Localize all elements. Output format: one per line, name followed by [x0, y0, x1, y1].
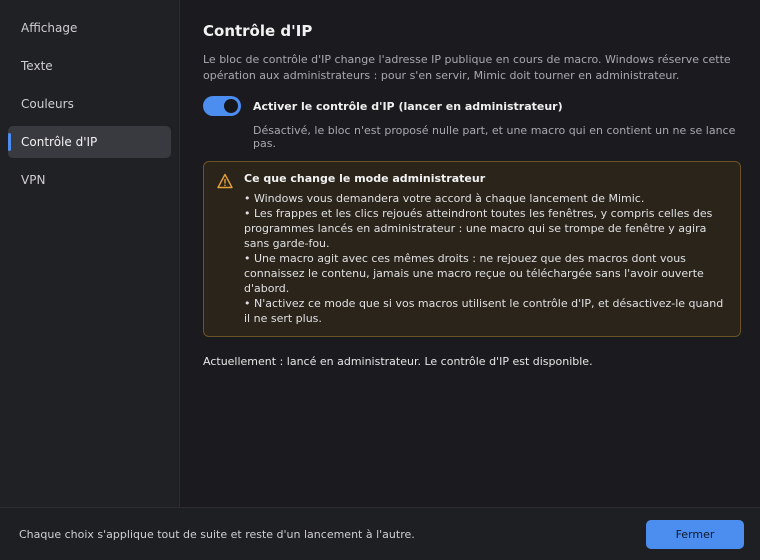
admin-warning-box: Ce que change le mode administrateur • W…: [203, 161, 741, 337]
warning-line-activate: • N'activez ce mode que si vos macros ut…: [244, 297, 724, 325]
sidebar-item-texte[interactable]: Texte: [8, 50, 171, 82]
section-description: Le bloc de contrôle d'IP change l'adress…: [203, 53, 731, 82]
ip-control-toggle-hint: Désactivé, le bloc n'est proposé nulle p…: [253, 124, 736, 150]
sidebar-item-controle-ip[interactable]: Contrôle d'IP: [8, 126, 171, 158]
ip-control-toggle-row: Activer le contrôle d'IP (lancer en admi…: [203, 96, 740, 116]
warning-line-windows: • Les frappes et les clics rejoués attei…: [244, 207, 713, 250]
sidebar-item-couleurs[interactable]: Couleurs: [8, 88, 171, 120]
sidebar-item-affichage[interactable]: Affichage: [8, 12, 171, 44]
settings-sidebar: Affichage Texte Couleurs Contrôle d'IP V…: [0, 0, 180, 507]
toggle-knob: [224, 99, 238, 113]
ip-control-toggle[interactable]: [203, 96, 241, 116]
ip-control-toggle-label[interactable]: Activer le contrôle d'IP (lancer en admi…: [253, 100, 563, 113]
dialog-footer: Chaque choix s'applique tout de suite et…: [0, 507, 760, 560]
warning-line-consent: • Windows vous demandera votre accord à …: [244, 192, 645, 205]
settings-panel: Contrôle d'IP Le bloc de contrôle d'IP c…: [181, 0, 760, 507]
sidebar-item-vpn[interactable]: VPN: [8, 164, 171, 196]
warning-title: Ce que change le mode administrateur: [244, 172, 486, 185]
page-title: Contrôle d'IP: [203, 22, 313, 40]
warning-icon: [217, 173, 233, 189]
footer-note: Chaque choix s'applique tout de suite et…: [19, 527, 415, 541]
warning-line-rights: • Une macro agit avec ces mêmes droits :…: [244, 252, 704, 295]
close-button[interactable]: Fermer: [646, 519, 744, 549]
current-status: Actuellement : lancé en administrateur. …: [203, 355, 593, 368]
